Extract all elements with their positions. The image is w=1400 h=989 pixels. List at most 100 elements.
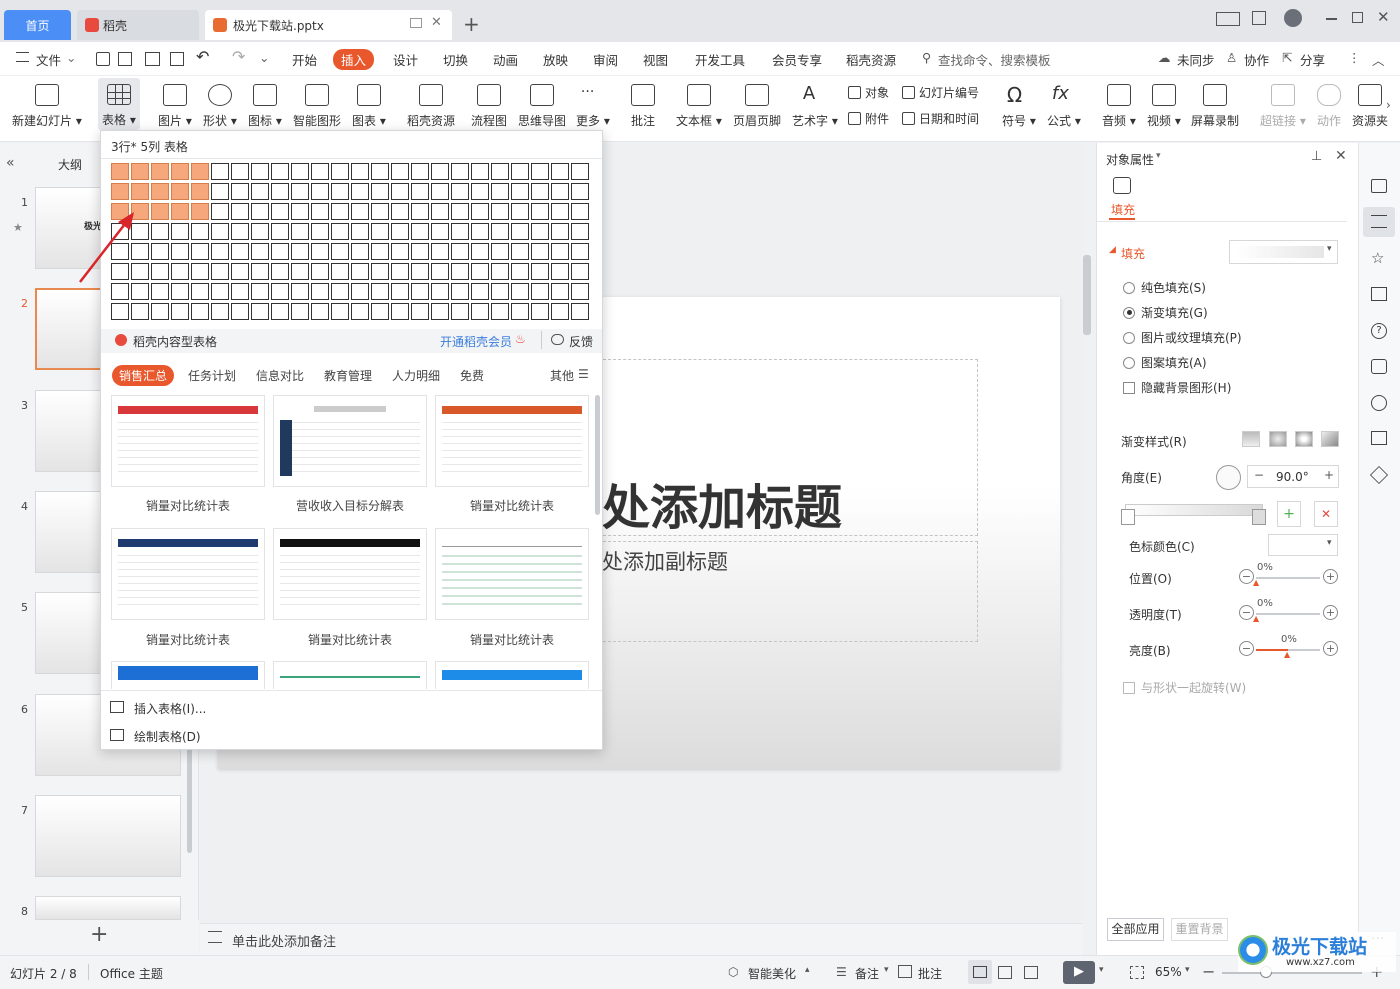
vip-link[interactable]: 开通稻壳会员 [440,333,512,350]
solid-fill-radio[interactable]: 纯色填充(S) [1123,279,1206,296]
maximize-icon[interactable] [1352,12,1363,23]
grid-cell[interactable] [571,263,589,280]
grid-cell[interactable] [331,163,349,180]
category-tab-education[interactable]: 教育管理 [324,367,372,384]
grid-cell[interactable] [491,163,509,180]
pattern-fill-radio[interactable]: 图案填充(A) [1123,354,1207,371]
grid-cell[interactable] [571,163,589,180]
apply-all-button[interactable]: 全部应用 [1107,918,1164,941]
share-button[interactable]: 分享 [1300,50,1325,69]
reset-background-button[interactable]: 重置背景 [1171,918,1228,941]
template-card[interactable] [435,661,589,689]
grid-cell[interactable] [291,203,309,220]
export-pdf-icon[interactable] [118,52,132,66]
grid-cell[interactable] [411,163,429,180]
menu-view[interactable]: 视图 [643,50,668,69]
grid-cell[interactable] [391,203,409,220]
grid-cell[interactable] [471,163,489,180]
grid-cell[interactable] [151,163,169,180]
menu-animation[interactable]: 动画 [493,50,518,69]
print-preview-icon[interactable] [170,52,184,66]
grid-cell[interactable] [291,283,309,300]
grid-cell[interactable] [191,263,209,280]
grid-cell[interactable] [191,243,209,260]
radial-gradient-style-icon[interactable] [1269,431,1287,447]
rect-gradient-style-icon[interactable] [1295,431,1313,447]
tab-home[interactable]: 首页 [4,10,71,40]
grid-cell[interactable] [331,303,349,320]
grid-cell[interactable] [171,243,189,260]
grid-cell[interactable] [211,203,229,220]
panel-scrollbar[interactable] [1083,255,1090,335]
grid-cell[interactable] [271,263,289,280]
angle-input[interactable]: − 90.0° + [1247,465,1339,488]
grid-cell[interactable] [371,163,389,180]
gradient-stop-right[interactable] [1252,509,1266,525]
grid-cell[interactable] [511,263,529,280]
grid-cell[interactable] [211,183,229,200]
grid-cell[interactable] [311,163,329,180]
fill-section-header[interactable]: 填充 [1121,245,1145,262]
docer-res-button[interactable]: 稻壳资源 [407,80,455,129]
rotate-with-shape-checkbox[interactable]: 与形状一起旋转(W) [1123,679,1246,696]
action-button[interactable]: 动作 [1317,80,1341,129]
grid-cell[interactable] [151,263,169,280]
grid-cell[interactable] [331,183,349,200]
grid-cell[interactable] [391,303,409,320]
grid-cell[interactable] [371,183,389,200]
grid-cell[interactable] [491,183,509,200]
grid-cell[interactable] [531,303,549,320]
normal-view-button[interactable] [968,960,992,984]
grid-cell[interactable] [411,183,429,200]
grid-cell[interactable] [551,223,569,240]
theme-name[interactable]: Office 主题 [100,965,163,982]
category-tab-compare[interactable]: 信息对比 [256,367,304,384]
menu-member[interactable]: 会员专享 [772,50,822,69]
cube-icon[interactable] [1369,465,1389,485]
menu-transition[interactable]: 切换 [443,50,468,69]
category-other[interactable]: 其他 [550,367,574,384]
transparency-slider[interactable] [1256,613,1320,615]
position-slider-handle[interactable]: ▲ [1253,578,1259,587]
template-card[interactable] [111,395,265,487]
menu-docer-resources[interactable]: 稻壳资源 [846,50,896,69]
flowchart-button[interactable]: 流程图 [471,80,507,129]
grid-cell[interactable] [111,183,129,200]
grid-cell[interactable] [331,243,349,260]
linear-gradient-style-icon[interactable] [1242,431,1260,447]
grid-cell[interactable] [291,303,309,320]
fill-bucket-icon[interactable] [1113,177,1131,194]
grid-cell[interactable] [551,203,569,220]
grid-cell[interactable] [311,243,329,260]
redo-icon[interactable]: ↷ [232,47,245,66]
grid-cell[interactable] [151,303,169,320]
gradient-stop-left[interactable] [1121,509,1135,525]
grid-cell[interactable] [251,183,269,200]
zoom-slider[interactable] [1222,972,1362,974]
sync-status[interactable]: 未同步 [1177,50,1215,69]
brightness-slider-handle[interactable]: ▲ [1284,650,1290,659]
grid-cell[interactable] [251,263,269,280]
template-card[interactable] [111,528,265,620]
quick-access-dropdown-icon[interactable]: ⌄ [259,50,269,65]
fit-window-icon[interactable] [1130,966,1144,979]
path-gradient-style-icon[interactable] [1321,431,1339,447]
grid-cell[interactable] [191,303,209,320]
fill-tab[interactable]: 填充 [1111,201,1135,218]
grid-cell[interactable] [211,263,229,280]
rocket-icon[interactable] [1371,179,1387,193]
grid-cell[interactable] [391,223,409,240]
grid-cell[interactable] [211,223,229,240]
template-card[interactable] [273,528,427,620]
grid-cell[interactable] [251,243,269,260]
grid-cell[interactable] [571,303,589,320]
grid-cell[interactable] [311,203,329,220]
menu-insert[interactable]: 插入 [333,49,375,70]
notes-placeholder[interactable]: 单击此处添加备注 [232,931,336,950]
slide-thumbnail-7[interactable] [35,795,181,877]
grid-cell[interactable] [491,223,509,240]
grid-cell[interactable] [431,243,449,260]
grid-cell[interactable] [571,243,589,260]
grid-cell[interactable] [451,183,469,200]
grid-cell[interactable] [191,203,209,220]
